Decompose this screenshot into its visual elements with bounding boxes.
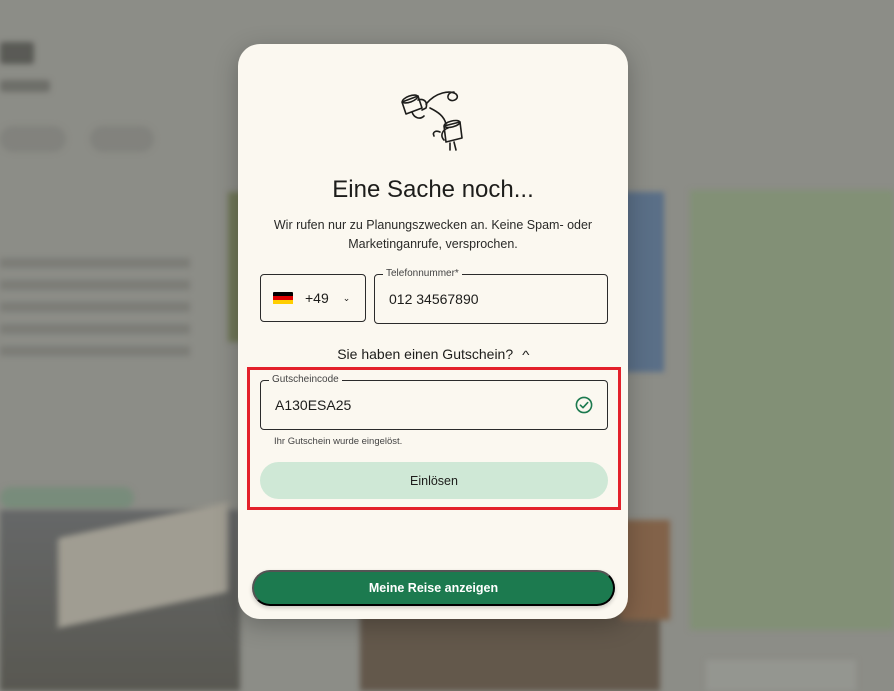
- phone-dialog: Eine Sache noch... Wir rufen nur zu Plan…: [238, 44, 628, 619]
- tin-can-telephone-icon: [401, 91, 463, 151]
- germany-flag-icon: [273, 291, 293, 305]
- highlight-box: [247, 367, 621, 510]
- chevron-up-icon: ^: [522, 348, 530, 362]
- coupon-toggle-label: Sie haben einen Gutschein?: [337, 346, 514, 362]
- chevron-down-icon: ⌄: [342, 292, 351, 303]
- phone-number-label: Telefonnummer*: [383, 268, 462, 279]
- coupon-toggle[interactable]: Sie haben einen Gutschein? ^: [238, 346, 628, 362]
- show-trip-button[interactable]: Meine Reise anzeigen: [252, 570, 615, 606]
- phone-number-field[interactable]: Telefonnummer* 012 34567890: [374, 268, 608, 324]
- country-code-select[interactable]: +49 ⌄: [260, 274, 366, 322]
- country-code-value: +49: [305, 290, 329, 306]
- dialog-description: Wir rufen nur zu Planungszwecken an. Kei…: [273, 218, 593, 251]
- dialog-title: Eine Sache noch...: [332, 176, 534, 203]
- phone-number-value: 012 34567890: [389, 291, 479, 307]
